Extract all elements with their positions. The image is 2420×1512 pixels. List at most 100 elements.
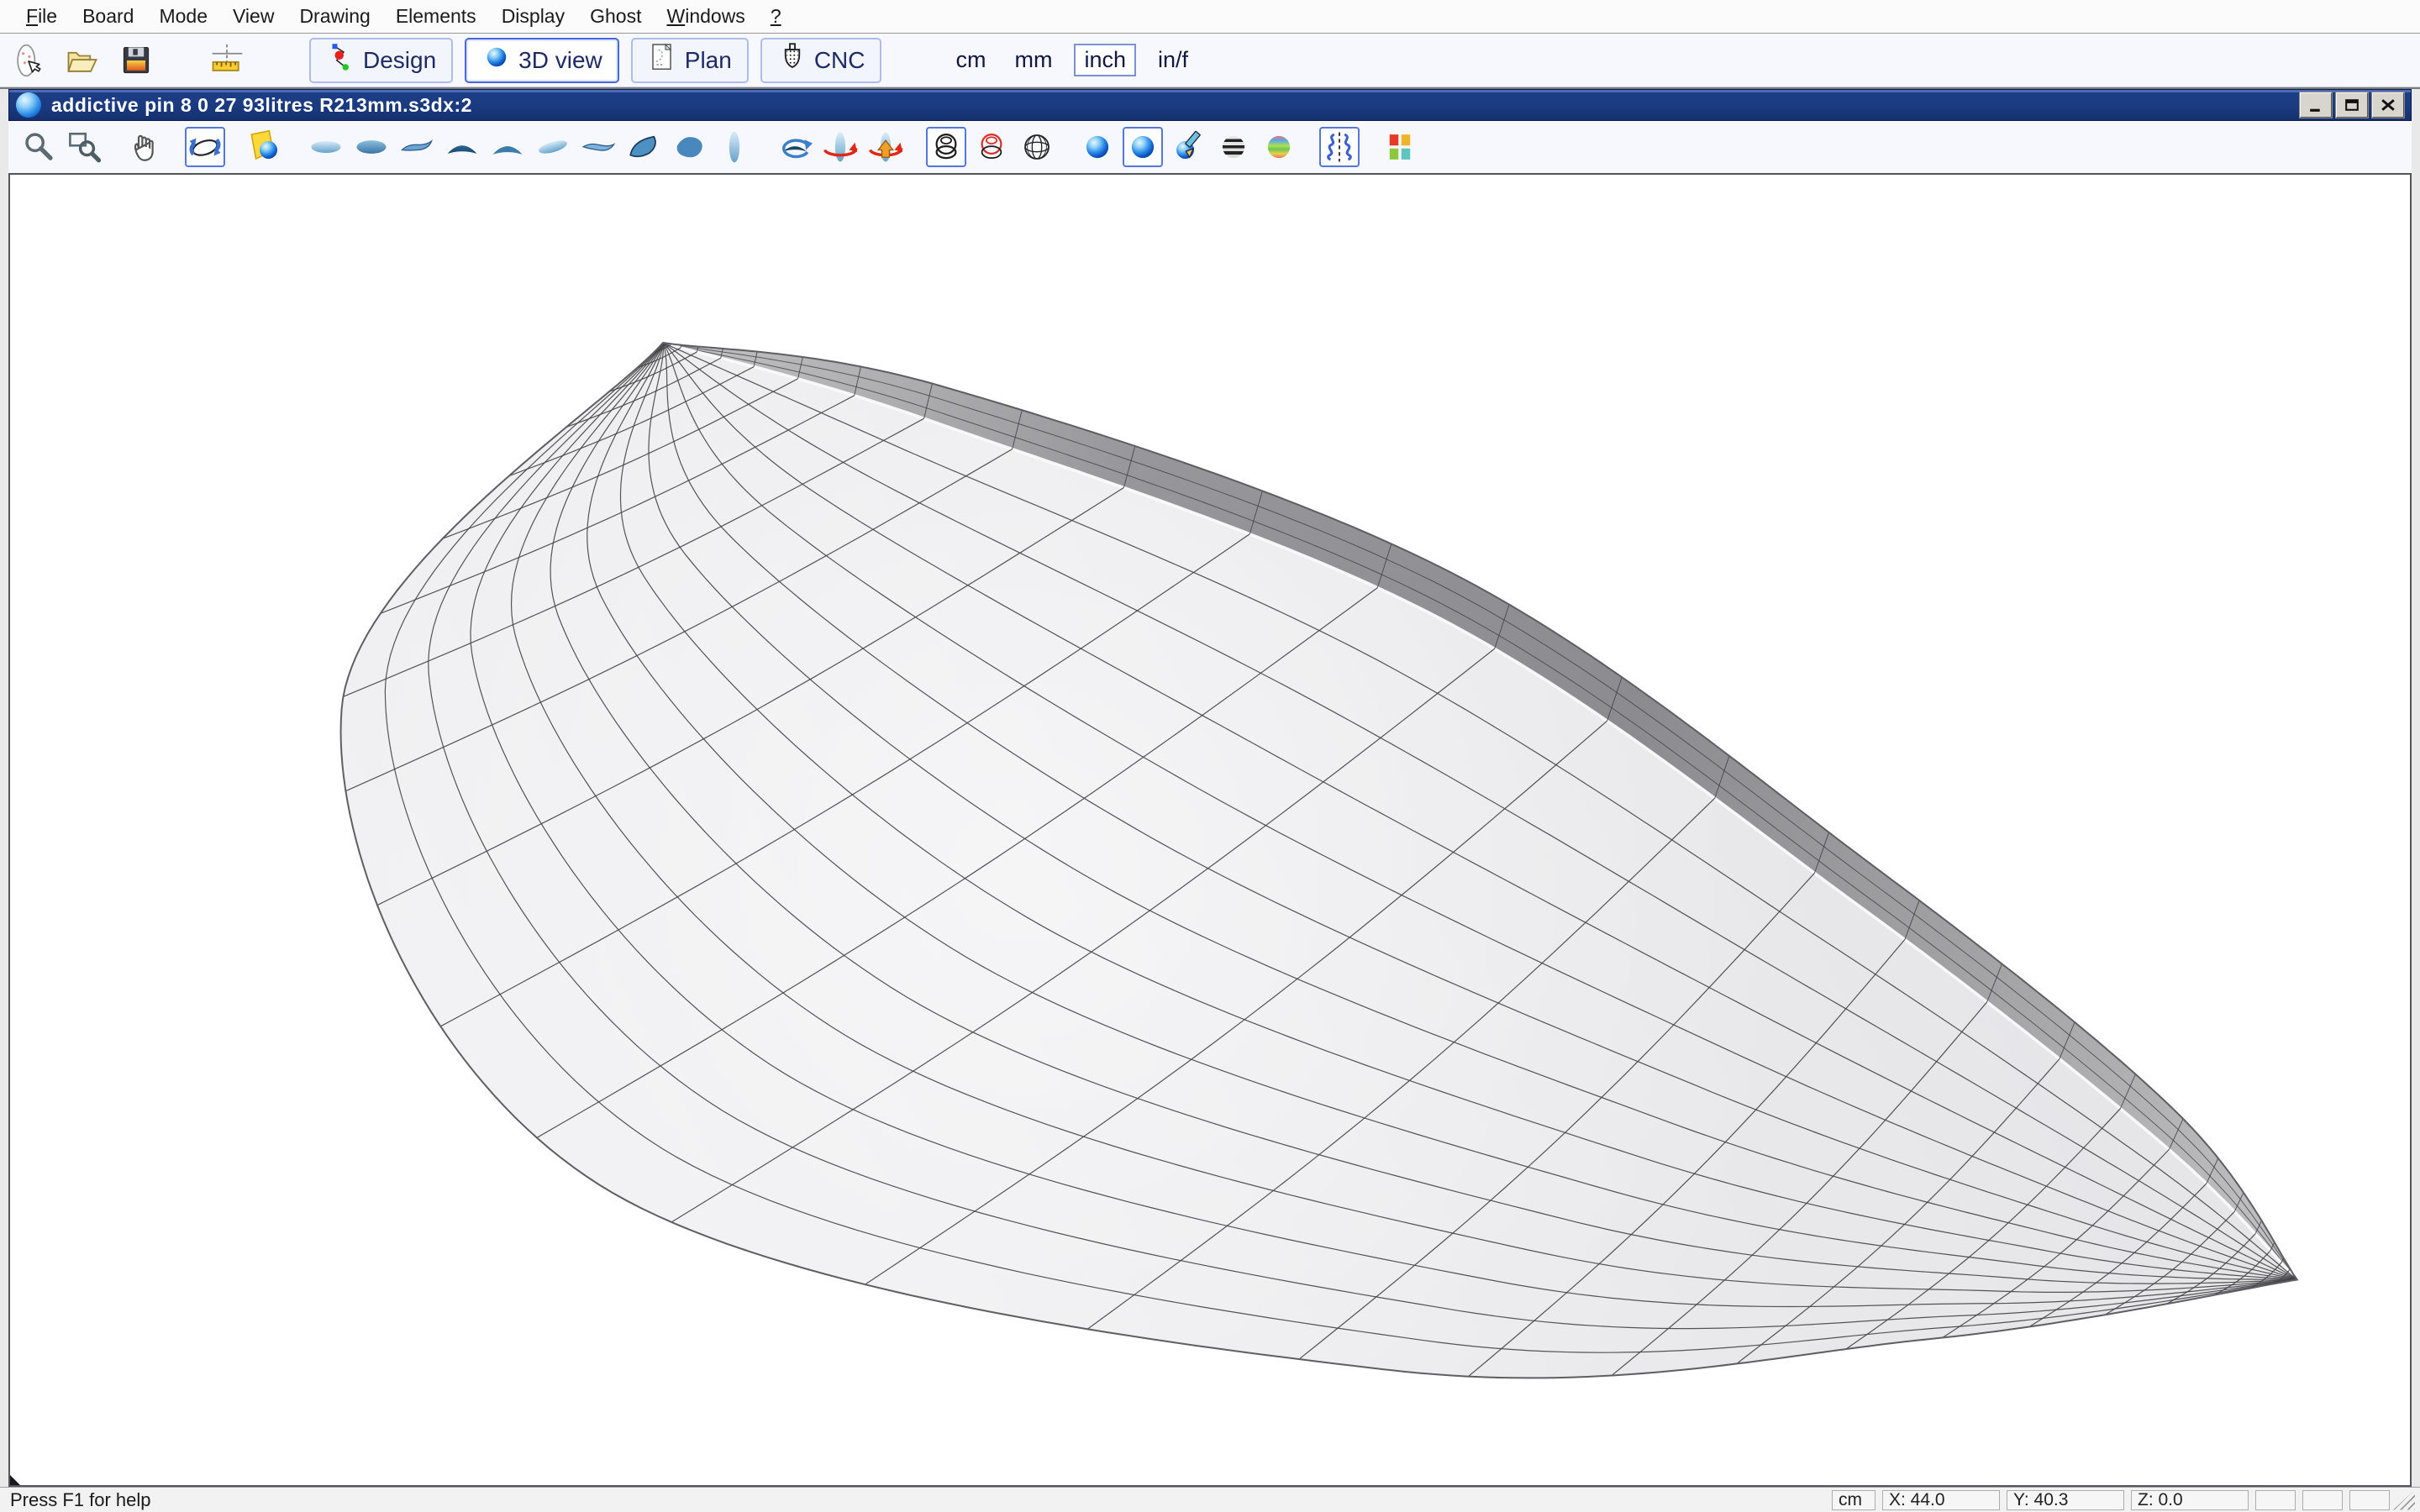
contours-button[interactable] <box>926 127 966 167</box>
view-toolbar-group <box>926 127 1062 167</box>
open-button[interactable] <box>62 40 103 81</box>
minimize-button[interactable] <box>2300 92 2332 118</box>
mesh-sphere-button[interactable] <box>1017 127 1057 167</box>
zoom-window-button[interactable] <box>64 127 104 167</box>
menu-item-display[interactable]: Display <box>489 5 577 28</box>
document-title-bar[interactable]: addictive pin 8 0 27 93litres R213mm.s3d… <box>8 89 2412 121</box>
resize-grip[interactable] <box>2393 1490 2415 1510</box>
unit-button-mm[interactable]: mm <box>1007 45 1059 75</box>
menu-item-ghost[interactable]: Ghost <box>577 5 654 28</box>
dimensions-button[interactable] <box>207 40 247 81</box>
spin-up-button[interactable] <box>865 127 906 167</box>
status-bar: Press F1 for help cm X: 44.0 Y: 40.3 Z: 0.0 <box>0 1487 2420 1512</box>
view-toolbar-group <box>185 127 230 167</box>
status-cell-cm: cm <box>1832 1490 1876 1510</box>
restore-icon <box>2343 97 2361 113</box>
view-toolbar-group <box>1077 127 1304 167</box>
unit-button-cm[interactable]: cm <box>949 45 992 75</box>
bottom-view-button[interactable] <box>351 127 392 167</box>
persp-front-button[interactable] <box>623 127 664 167</box>
close-icon <box>2379 97 2397 113</box>
view-toolbar <box>8 121 2412 173</box>
status-cell-empty <box>2302 1490 2343 1510</box>
cnc-icon <box>777 42 808 78</box>
render-light-button[interactable] <box>245 127 286 167</box>
status-cell-x: X: 44.0 <box>1882 1490 2000 1510</box>
unit-button-inch[interactable]: inch <box>1074 44 1136 76</box>
zoom-button[interactable] <box>18 127 59 167</box>
document-sphere-icon <box>16 92 41 118</box>
shaded-button[interactable] <box>1077 127 1118 167</box>
view-toolbar-group <box>775 127 911 167</box>
menu-item-mode[interactable]: Mode <box>146 5 220 28</box>
menu-item-file[interactable]: File <box>13 5 70 28</box>
document-window: addictive pin 8 0 27 93litres R213mm.s3d… <box>8 89 2412 1487</box>
persp-rocker-button[interactable] <box>578 127 618 167</box>
document-title: addictive pin 8 0 27 93litres R213mm.s3d… <box>51 94 472 117</box>
menu-item-drawing[interactable]: Drawing <box>287 5 382 28</box>
new-board-button[interactable] <box>8 40 49 81</box>
shape3d-application-window: FileBoardModeViewDrawingElementsDisplayG… <box>0 0 2420 1512</box>
mode-button-plan[interactable]: Plan <box>631 38 749 83</box>
status-help-text: Press F1 for help <box>10 1489 151 1511</box>
menu-item-help[interactable]: ? <box>758 5 794 28</box>
view-toolbar-group <box>245 127 291 167</box>
mdi-client-area: addictive pin 8 0 27 93litres R213mm.s3d… <box>0 87 2420 1487</box>
tile-windows-button[interactable] <box>1380 127 1420 167</box>
save-button[interactable] <box>116 40 156 81</box>
front-view-button[interactable] <box>442 127 482 167</box>
status-readout-cells: cm X: 44.0 Y: 40.3 Z: 0.0 <box>1832 1490 2390 1510</box>
menu-item-view[interactable]: View <box>220 5 287 28</box>
unit-button-in-f[interactable]: in/f <box>1151 45 1195 75</box>
main-toolbar: Design 3D view Plan CNC cmmminch in/f <box>0 34 2420 87</box>
status-cell-empty <box>2349 1490 2390 1510</box>
rainbow-sphere-button[interactable] <box>1259 127 1299 167</box>
view-toolbar-group <box>1319 127 1365 167</box>
symmetry-button[interactable] <box>1319 127 1360 167</box>
shaded-current-button[interactable] <box>1123 127 1163 167</box>
view-toolbar-group <box>124 127 170 167</box>
mode-button-label: Design <box>363 47 436 74</box>
contours-red-button[interactable] <box>971 127 1012 167</box>
close-button[interactable] <box>2372 92 2404 118</box>
board-3d-wireframe <box>10 175 2410 1485</box>
view-toolbar-group <box>18 127 109 167</box>
spin-horizontal-button[interactable] <box>820 127 860 167</box>
menu-bar: FileBoardModeViewDrawingElementsDisplayG… <box>0 0 2420 34</box>
menu-item-elements[interactable]: Elements <box>383 5 489 28</box>
status-cell-y: Y: 40.3 <box>2007 1490 2124 1510</box>
mode-button-3d-view[interactable]: 3D view <box>465 38 619 83</box>
persp-back-button[interactable] <box>669 127 709 167</box>
status-cell-empty <box>2255 1490 2296 1510</box>
file-button-group <box>8 40 260 81</box>
3d-viewport[interactable] <box>8 173 2412 1487</box>
rocker-view-button[interactable] <box>397 127 437 167</box>
top-view-button[interactable] <box>306 127 346 167</box>
striped-sphere-button[interactable] <box>1213 127 1254 167</box>
rotate-3d-button[interactable] <box>185 127 225 167</box>
window-controls <box>2300 92 2404 118</box>
mode-button-design[interactable]: Design <box>309 38 453 83</box>
view-toolbar-group <box>306 127 760 167</box>
mode-button-group: Design 3D view Plan CNC <box>309 38 893 83</box>
restore-button[interactable] <box>2336 92 2368 118</box>
menu-item-board[interactable]: Board <box>70 5 146 28</box>
mode-button-cnc[interactable]: CNC <box>760 38 882 83</box>
mode-button-label: CNC <box>814 47 865 74</box>
mode-button-label: 3D view <box>518 47 602 74</box>
pan-button[interactable] <box>124 127 165 167</box>
mode-button-label: Plan <box>685 47 732 74</box>
viewport-corner-wedge <box>8 1473 22 1487</box>
status-cell-z: Z: 0.0 <box>2131 1490 2249 1510</box>
flip-rotate-button[interactable] <box>775 127 815 167</box>
edit-colors-button[interactable] <box>1168 127 1208 167</box>
side-view-button[interactable] <box>714 127 755 167</box>
persp-top-button[interactable] <box>533 127 573 167</box>
plan-icon <box>648 42 678 78</box>
unit-button-group: cmmminch in/f <box>949 44 1195 76</box>
minimize-icon <box>2307 97 2325 113</box>
back-view-button[interactable] <box>487 127 528 167</box>
sphere-icon <box>481 42 512 78</box>
view-toolbar-group <box>1380 127 1425 167</box>
menu-item-windows[interactable]: Windows <box>654 5 757 28</box>
